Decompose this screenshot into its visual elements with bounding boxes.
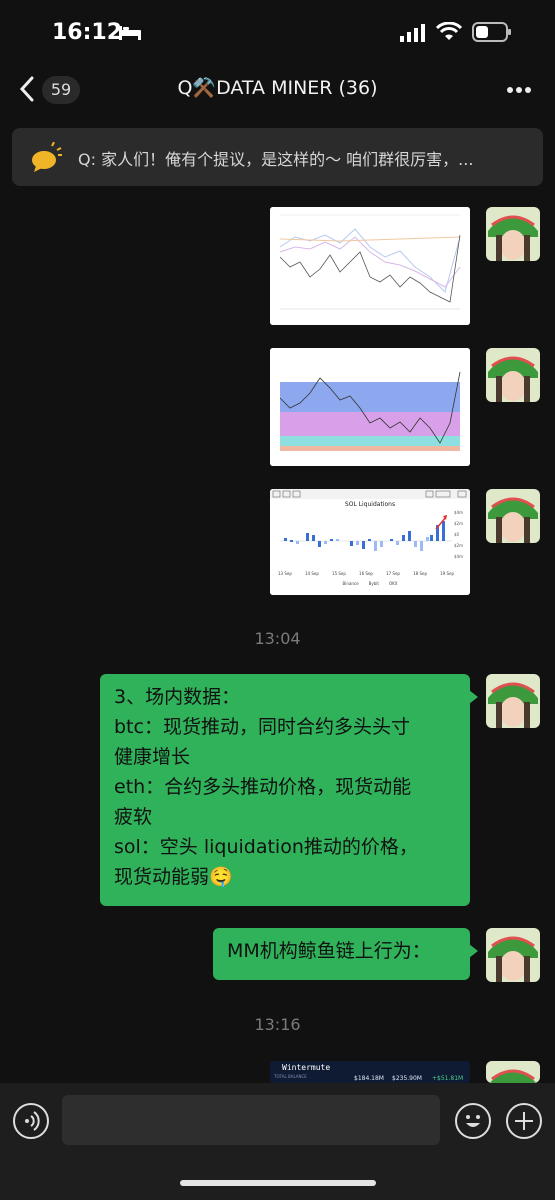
wintermute-name: Wintermute <box>282 1063 331 1072</box>
message-line: 3、场内数据： <box>114 686 241 708</box>
emoji-button[interactable] <box>455 1103 491 1139</box>
image-message-area-chart[interactable] <box>270 348 470 466</box>
wintermute-value-2: $235.90M <box>392 1075 422 1082</box>
sleep-focus-icon <box>119 26 141 40</box>
sol-xtick: 13 Sep <box>278 571 292 576</box>
unread-count-badge[interactable]: 59 <box>42 76 80 104</box>
message-line: 现货动能弱🤤 <box>114 866 233 888</box>
message-timestamp: 13:16 <box>254 1015 301 1034</box>
home-indicator <box>180 1180 376 1186</box>
chat-title: Q⚒️DATA MINER (36) <box>177 77 378 99</box>
more-actions-button[interactable] <box>506 1103 542 1139</box>
message-line: eth：合约多头推动价格，现货动能 <box>114 776 412 798</box>
wifi-icon <box>436 22 462 40</box>
sol-ytick: $2m <box>454 543 463 548</box>
pinned-message-text: Q: 家人们！俺有个提议，是这样的～ 咱们群很厉害，... <box>78 150 474 169</box>
sol-xtick: 15 Sep <box>332 571 346 576</box>
sol-ytick: $4m <box>454 510 463 515</box>
legend-binance: Binance <box>342 581 359 586</box>
sol-xtick: 16 Sep <box>359 571 373 576</box>
more-options-icon[interactable] <box>506 86 532 94</box>
sender-avatar[interactable] <box>486 1061 540 1083</box>
message-line: sol：空头 liquidation推动的价格， <box>114 836 418 858</box>
image-message-sol-liquidations[interactable]: SOL Liquidations $4m $2m $0 $2m $4m 13 S… <box>270 489 470 595</box>
announcement-bubble-icon <box>32 142 62 172</box>
image-message-wintermute[interactable]: Wintermute TOTAL BALANCE $184.18M $235.9… <box>270 1061 470 1083</box>
message-line: 疲软 <box>114 806 153 828</box>
voice-input-button[interactable] <box>13 1103 49 1139</box>
sender-avatar[interactable] <box>486 348 540 402</box>
message-line: btc：现货推动，同时合约多头头寸 <box>114 716 410 738</box>
sender-avatar[interactable] <box>486 489 540 543</box>
smiley-icon <box>466 1115 480 1127</box>
cellular-signal-icon <box>400 24 425 42</box>
legend-bybit: Bybit <box>368 581 379 586</box>
sol-ytick: $0 <box>454 532 460 537</box>
sol-ytick: $4m <box>454 554 463 559</box>
sol-ytick: $2m <box>454 521 463 526</box>
sol-chart-title: SOL Liquidations <box>344 501 396 508</box>
battery-icon <box>472 22 511 42</box>
plus-icon <box>515 1112 533 1130</box>
message-text-input[interactable] <box>62 1095 440 1145</box>
text-message-bubble[interactable]: MM机构鲸鱼链上行为： <box>213 928 478 980</box>
message-timestamp: 13:04 <box>254 629 301 648</box>
image-message-btc-chart[interactable] <box>270 207 470 325</box>
wintermute-value-3: +$51.81M <box>432 1075 464 1082</box>
sender-avatar[interactable] <box>486 207 540 261</box>
text-message-bubble[interactable]: 3、场内数据： btc：现货推动，同时合约多头头寸 健康增长 eth：合约多头推… <box>100 674 478 906</box>
sender-avatar[interactable] <box>486 928 540 982</box>
sol-xtick: 19 Sep <box>440 571 454 576</box>
wintermute-value-1: $184.18M <box>354 1075 384 1082</box>
sol-xtick: 14 Sep <box>305 571 319 576</box>
wintermute-label: TOTAL BALANCE <box>274 1074 307 1079</box>
legend-okx: OKX <box>388 581 398 586</box>
back-arrow-icon[interactable] <box>18 76 36 102</box>
sol-chart-yticks: $4m $2m $0 $2m $4m <box>454 507 470 562</box>
chart-thumbnail <box>270 207 470 325</box>
message-line: 健康增长 <box>114 746 191 768</box>
chat-header: 59 Q⚒️DATA MINER (36) <box>0 62 555 118</box>
sol-chart-legend: Binance Bybit OKX <box>270 581 470 586</box>
sol-chart-xticks: 13 Sep 14 Sep 15 Sep 16 Sep 17 Sep 18 Se… <box>278 571 454 576</box>
voice-wave-icon <box>25 1111 40 1131</box>
pinned-message-banner[interactable]: Q: 家人们！俺有个提议，是这样的～ 咱们群很厉害，... <box>12 128 543 186</box>
sender-avatar[interactable] <box>486 674 540 728</box>
sol-xtick: 18 Sep <box>413 571 427 576</box>
message-line: MM机构鲸鱼链上行为： <box>227 940 431 962</box>
chart-thumbnail <box>270 348 470 466</box>
sol-xtick: 17 Sep <box>386 571 400 576</box>
status-time: 16:12 <box>52 20 123 45</box>
status-bar: 16:12 <box>0 0 555 62</box>
